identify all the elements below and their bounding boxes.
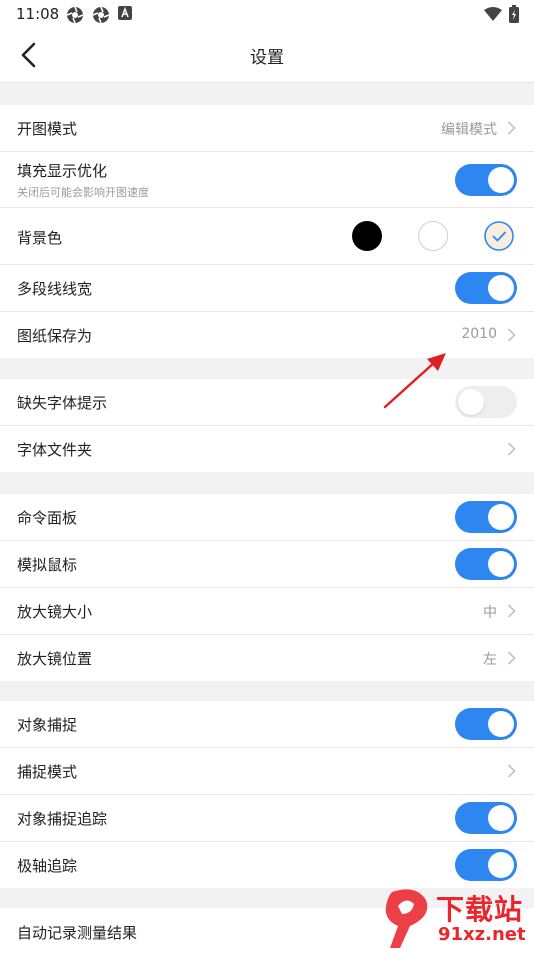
- setting-label: 对象捕捉: [17, 716, 78, 734]
- chevron-right-icon: [507, 651, 516, 665]
- settings-section-fonts: 缺失字体提示 字体文件夹: [0, 379, 534, 472]
- setting-polar-tracking: 极轴追踪: [0, 842, 534, 888]
- aperture-notification-icon: [92, 6, 110, 24]
- toggle-knob: [488, 167, 514, 193]
- settings-section-input: 命令面板 模拟鼠标 放大镜大小 中 放大镜位置 左: [0, 494, 534, 681]
- setting-magnifier-size[interactable]: 放大镜大小 中: [0, 588, 534, 635]
- wifi-icon: [484, 7, 502, 21]
- setting-font-folder[interactable]: 字体文件夹: [0, 426, 534, 472]
- fill-display-optimization-toggle[interactable]: [455, 164, 517, 196]
- missing-font-prompt-toggle[interactable]: [455, 386, 517, 418]
- setting-label: 开图模式: [17, 120, 78, 138]
- command-panel-toggle[interactable]: [455, 501, 517, 533]
- watermark-logo-icon: [385, 889, 428, 948]
- toggle-knob: [488, 805, 514, 831]
- watermark-domain: 91xz.net: [438, 924, 526, 945]
- toggle-knob: [488, 852, 514, 878]
- setting-simulated-mouse: 模拟鼠标: [0, 541, 534, 588]
- toggle-knob: [488, 504, 514, 530]
- page-title: 设置: [250, 48, 284, 68]
- setting-missing-font-prompt: 缺失字体提示: [0, 379, 534, 426]
- chevron-right-icon: [507, 328, 516, 342]
- setting-polyline-width: 多段线线宽: [0, 265, 534, 312]
- setting-label: 字体文件夹: [17, 441, 93, 459]
- setting-label: 背景色: [17, 229, 63, 247]
- status-time: 11:08: [16, 5, 60, 23]
- app-notification-icon: [118, 6, 132, 20]
- setting-object-snap: 对象捕捉: [0, 701, 534, 748]
- setting-value: 左: [483, 652, 497, 668]
- setting-value: 编辑模式: [441, 122, 497, 138]
- chevron-right-icon: [507, 121, 516, 135]
- setting-label: 对象捕捉追踪: [17, 810, 108, 828]
- chevron-right-icon: [507, 442, 516, 456]
- toggle-knob: [488, 551, 514, 577]
- setting-label: 缺失字体提示: [17, 394, 108, 412]
- setting-label: 图纸保存为: [17, 327, 93, 345]
- polar-tracking-toggle[interactable]: [455, 849, 517, 881]
- site-watermark: 下载站 91xz.net: [382, 886, 534, 950]
- toggle-knob: [488, 711, 514, 737]
- setting-magnifier-position[interactable]: 放大镜位置 左: [0, 635, 534, 681]
- chevron-right-icon: [507, 604, 516, 618]
- chevron-right-icon: [507, 764, 516, 778]
- object-snap-tracking-toggle[interactable]: [455, 802, 517, 834]
- setting-label: 命令面板: [17, 509, 78, 527]
- toggle-knob: [458, 389, 484, 415]
- setting-label: 极轴追踪: [17, 857, 78, 875]
- setting-label: 放大镜大小: [17, 603, 93, 621]
- settings-section-snap: 对象捕捉 捕捉模式 对象捕捉追踪 极轴追踪: [0, 701, 534, 888]
- setting-command-panel: 命令面板: [0, 494, 534, 541]
- battery-icon: [509, 5, 519, 23]
- setting-description: 关闭后可能会影响开图速度: [17, 186, 149, 199]
- object-snap-toggle[interactable]: [455, 708, 517, 740]
- aperture-notification-icon: [66, 6, 84, 24]
- setting-value: 2010: [461, 326, 497, 342]
- toggle-knob: [488, 275, 514, 301]
- setting-label: 模拟鼠标: [17, 556, 78, 574]
- setting-value: 中: [483, 605, 497, 621]
- watermark-title: 下载站: [436, 893, 524, 926]
- setting-label: 放大镜位置: [17, 650, 93, 668]
- setting-label: 捕捉模式: [17, 763, 78, 781]
- setting-fill-display-optimization: 填充显示优化 关闭后可能会影响开图速度: [0, 152, 534, 208]
- setting-label: 填充显示优化: [17, 162, 108, 180]
- setting-label: 多段线线宽: [17, 280, 93, 298]
- settings-section-display: 开图模式 编辑模式 填充显示优化 关闭后可能会影响开图速度 背景色 多段线线宽 …: [0, 105, 534, 358]
- setting-label: 自动记录测量结果: [17, 924, 138, 942]
- background-color-black-option[interactable]: [352, 221, 382, 251]
- background-color-white-option[interactable]: [418, 221, 448, 251]
- setting-open-mode[interactable]: 开图模式 编辑模式: [0, 105, 534, 152]
- setting-background-color: 背景色: [0, 208, 534, 265]
- setting-object-snap-tracking: 对象捕捉追踪: [0, 795, 534, 842]
- annotation-arrow-icon: [383, 353, 446, 409]
- app-header: 设置: [0, 28, 534, 83]
- status-bar: 11:08: [0, 0, 534, 28]
- background-color-beige-option[interactable]: [484, 221, 514, 251]
- setting-snap-mode[interactable]: 捕捉模式: [0, 748, 534, 795]
- polyline-width-toggle[interactable]: [455, 272, 517, 304]
- setting-save-drawing-as[interactable]: 图纸保存为 2010: [0, 312, 534, 358]
- simulated-mouse-toggle[interactable]: [455, 548, 517, 580]
